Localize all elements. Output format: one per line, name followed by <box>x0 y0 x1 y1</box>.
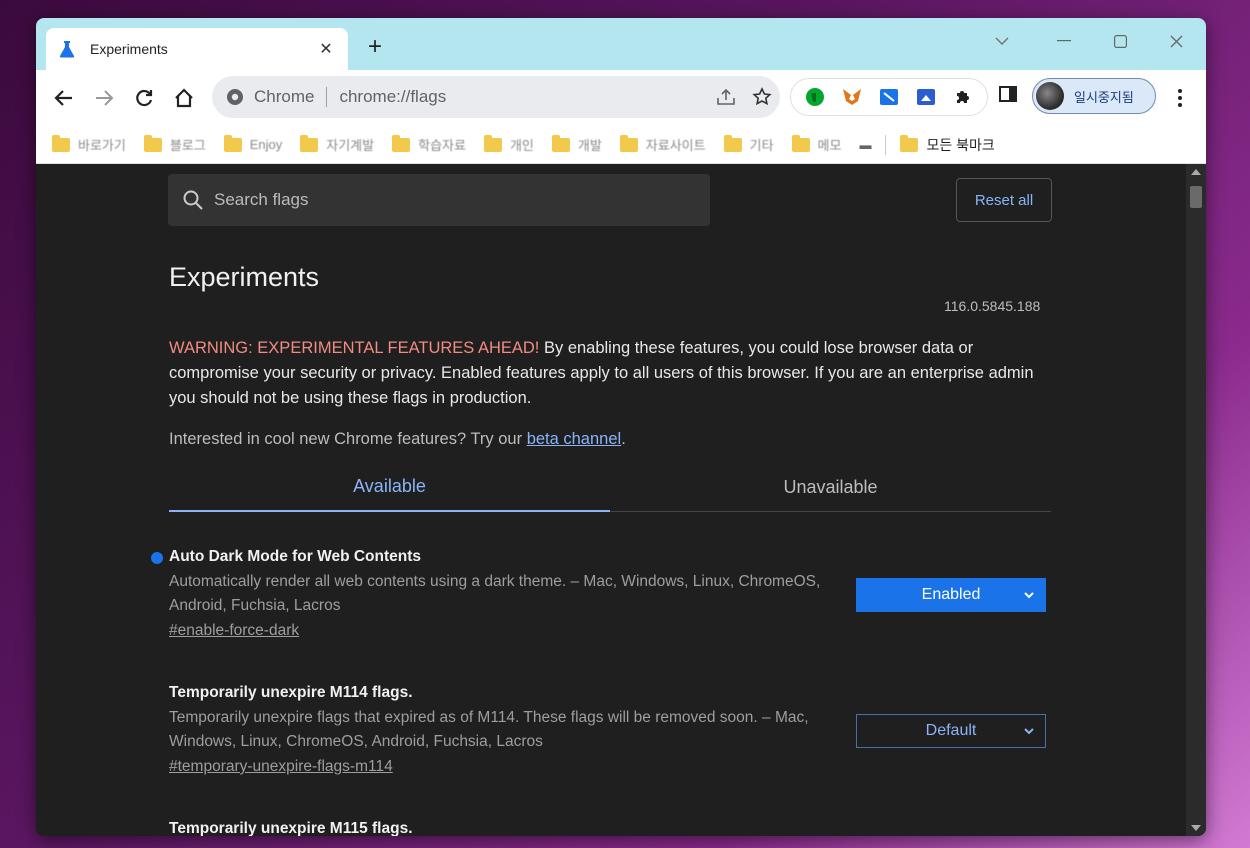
modified-indicator-dot <box>151 552 163 564</box>
extensions-group <box>790 78 988 116</box>
bookmark-folder[interactable]: 자기계발 <box>300 134 374 154</box>
tab-available[interactable]: Available <box>169 462 610 512</box>
maximize-icon[interactable] <box>1100 26 1140 56</box>
warning-paragraph: WARNING: EXPERIMENTAL FEATURES AHEAD! By… <box>169 336 1049 411</box>
bookmark-folder[interactable]: Enjoy <box>223 134 282 152</box>
flag-description: Automatically render all web contents us… <box>169 573 821 614</box>
scheme-label: Chrome <box>254 87 315 106</box>
folder-icon <box>551 134 570 152</box>
bookmark-folder[interactable]: 메모 <box>791 134 841 154</box>
forward-icon[interactable] <box>90 84 118 112</box>
flag-anchor-link[interactable]: #enable-force-dark <box>169 622 299 640</box>
bookmark-folder[interactable]: 기타 <box>723 134 774 154</box>
folder-icon <box>900 134 919 152</box>
bookmark-star-icon[interactable] <box>744 82 780 112</box>
flag-description: Temporarily unexpire flags that expired … <box>169 709 809 750</box>
bookmark-folder[interactable]: 바로가기 <box>52 134 126 154</box>
folder-icon <box>223 134 242 152</box>
folder-icon <box>52 134 70 152</box>
bookmark-overflow-icon[interactable]: ▬ <box>859 138 871 152</box>
all-bookmarks-folder[interactable]: 모든 북마크 <box>900 134 995 155</box>
tab-strip: Experiments ✕ + <box>36 18 1206 70</box>
toolbar: Chrome chrome://flags 일시중지됨 <box>36 70 1206 126</box>
tab-search-icon[interactable] <box>982 26 1022 56</box>
folder-icon <box>723 134 742 152</box>
search-flags-box[interactable] <box>168 174 710 226</box>
close-window-icon[interactable] <box>1156 26 1196 56</box>
omnibox-divider <box>326 87 328 107</box>
side-panel-icon[interactable] <box>998 84 1022 108</box>
flag-entry: Temporarily unexpire M114 flags. Tempora… <box>169 684 1051 776</box>
share-icon[interactable] <box>708 82 744 112</box>
reload-icon[interactable] <box>130 84 158 112</box>
browser-window: Experiments ✕ + Chrome chrome://flags 일시… <box>36 18 1206 836</box>
flag-title: Auto Dark Mode for Web Contents <box>169 548 422 565</box>
extensions-puzzle-icon[interactable] <box>951 85 975 109</box>
search-icon <box>183 190 203 210</box>
bookmark-folder[interactable]: 학습자료 <box>392 134 466 154</box>
chevron-down-icon <box>1024 592 1034 599</box>
capture-extension-icon[interactable] <box>914 85 938 109</box>
scrollbar-thumb[interactable] <box>1190 186 1202 208</box>
scroll-up-icon[interactable] <box>1191 169 1201 175</box>
metamask-extension-icon[interactable] <box>840 85 864 109</box>
tab-title: Experiments <box>90 41 168 57</box>
flag-title: Temporarily unexpire M115 flags. <box>169 820 413 836</box>
beta-channel-note: Interested in cool new Chrome features? … <box>169 430 626 448</box>
back-icon[interactable] <box>50 84 78 112</box>
new-tab-icon[interactable]: + <box>362 34 388 60</box>
home-icon[interactable] <box>170 84 198 112</box>
folder-icon <box>392 134 411 152</box>
reset-all-button[interactable]: Reset all <box>956 178 1052 222</box>
flag-title: Temporarily unexpire M114 flags. <box>169 684 413 701</box>
chevron-down-icon <box>1024 728 1034 735</box>
close-tab-icon[interactable]: ✕ <box>316 39 336 59</box>
avatar <box>1036 82 1064 110</box>
folder-icon <box>619 134 638 152</box>
screenshot-extension-icon[interactable] <box>877 85 901 109</box>
version-label: 116.0.5845.188 <box>944 298 1041 314</box>
beta-channel-link[interactable]: beta channel <box>527 430 622 448</box>
page-scrollbar[interactable] <box>1186 164 1206 836</box>
folder-icon <box>300 134 319 152</box>
evernote-extension-icon[interactable] <box>803 85 827 109</box>
address-bar[interactable]: Chrome chrome://flags <box>212 76 780 118</box>
chrome-icon <box>227 89 243 105</box>
bookmarks-bar: 바로가기 블로그 Enjoy 자기계발 학습자료 개인 개발 자료사이트 기타 … <box>36 126 1206 164</box>
flag-state-select[interactable]: Enabled <box>856 578 1046 612</box>
folder-icon <box>791 134 810 152</box>
minimize-icon[interactable] <box>1044 26 1084 56</box>
flag-state-value: Default <box>925 722 977 739</box>
folder-icon <box>483 134 502 152</box>
url-text[interactable]: chrome://flags <box>339 87 708 107</box>
flags-page: Reset all Experiments 116.0.5845.188 WAR… <box>36 164 1186 836</box>
search-input[interactable] <box>214 190 694 210</box>
folder-icon <box>143 134 162 152</box>
page-title: Experiments <box>169 262 320 292</box>
tab-unavailable[interactable]: Unavailable <box>610 462 1051 512</box>
flags-tabs: Available Unavailable <box>169 462 1051 512</box>
bookmark-folder[interactable]: 자료사이트 <box>619 134 706 154</box>
flask-icon <box>59 41 75 58</box>
bookmark-folder[interactable]: 개발 <box>551 134 602 154</box>
flag-entry: Auto Dark Mode for Web Contents Automati… <box>151 548 1051 640</box>
bookmark-folder[interactable]: 개인 <box>483 134 534 154</box>
flag-anchor-link[interactable]: #temporary-unexpire-flags-m114 <box>169 758 393 776</box>
profile-status-label: 일시중지됨 <box>1074 89 1134 105</box>
scroll-down-icon[interactable] <box>1191 825 1201 831</box>
flag-state-value: Enabled <box>921 586 981 603</box>
tab-experiments[interactable]: Experiments ✕ <box>46 28 348 70</box>
bookmark-divider <box>885 134 887 155</box>
chrome-menu-icon[interactable] <box>1168 84 1192 112</box>
bookmark-folder[interactable]: 블로그 <box>143 134 206 154</box>
profile-button[interactable]: 일시중지됨 <box>1032 78 1156 114</box>
flag-entry: Temporarily unexpire M115 flags. <box>169 820 1051 836</box>
flag-state-select[interactable]: Default <box>856 714 1046 748</box>
warning-heading: WARNING: EXPERIMENTAL FEATURES AHEAD! <box>169 339 540 357</box>
